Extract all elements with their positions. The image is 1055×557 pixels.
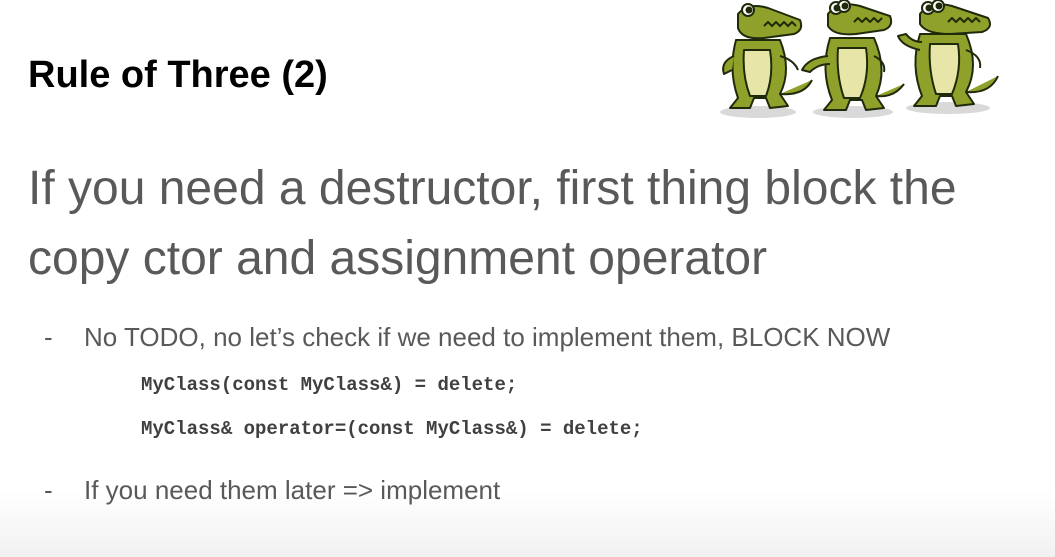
crocodile-1-icon	[722, 3, 813, 109]
slide-title: Rule of Three (2)	[28, 54, 328, 96]
bullet-text: No TODO, no let’s check if we need to im…	[84, 322, 891, 352]
bullet-dash: -	[44, 322, 53, 352]
bullet-implement-later: - If you need them later => implement	[44, 475, 500, 506]
bullet-dash: -	[44, 475, 53, 505]
slide: Rule of Three (2) If you need a destruct…	[0, 0, 1055, 557]
code-line-copy-ctor: MyClass(const MyClass&) = delete;	[141, 374, 518, 396]
slide-headline: If you need a destructor, first thing bl…	[28, 162, 957, 285]
code-line-assignment-operator: MyClass& operator=(const MyClass&) = del…	[141, 418, 643, 440]
crocodile-3-icon	[897, 0, 999, 107]
bullet-block-now: - No TODO, no let’s check if we need to i…	[44, 322, 890, 353]
crocodile-2-icon	[801, 0, 905, 111]
crocodile-mascots-icon	[720, 0, 999, 118]
bullet-text: If you need them later => implement	[84, 475, 501, 505]
